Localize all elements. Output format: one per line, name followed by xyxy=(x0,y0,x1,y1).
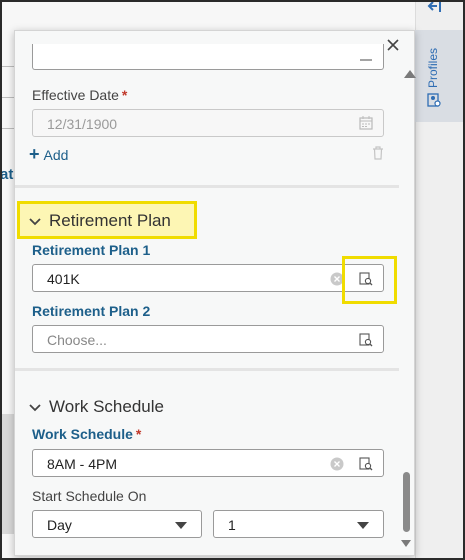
tab-profiles-label: Profiles xyxy=(426,48,440,89)
scroll-up-icon[interactable] xyxy=(404,70,416,78)
start-schedule-unit-value: Day xyxy=(47,517,72,533)
scroll-down-icon[interactable] xyxy=(401,540,411,547)
work-schedule-field[interactable]: 8AM - 4PM xyxy=(32,449,384,477)
retirement-plan-1-label: Retirement Plan 1 xyxy=(32,242,151,258)
scrollbar-thumb[interactable] xyxy=(403,472,410,532)
start-schedule-label: Start Schedule On xyxy=(32,488,147,504)
trash-icon[interactable] xyxy=(372,146,384,160)
lookup-button-highlight xyxy=(342,256,397,304)
effective-date-value: 12/31/1900 xyxy=(47,116,118,132)
retirement-plan-2-label: Retirement Plan 2 xyxy=(32,303,151,319)
section-divider xyxy=(15,368,399,371)
effective-date-field: 12/31/1900 xyxy=(32,109,384,137)
dropdown-arrow-icon xyxy=(175,522,187,529)
background-text-fragment: at xyxy=(0,166,14,183)
lookup-icon[interactable] xyxy=(359,52,373,62)
background-strip xyxy=(0,414,15,534)
retirement-plan-header[interactable]: Retirement Plan xyxy=(49,211,171,231)
background-divider xyxy=(0,66,15,67)
effective-date-label: Effective Date * xyxy=(32,87,128,103)
chevron-down-icon[interactable] xyxy=(29,404,41,412)
add-link-label: Add xyxy=(43,147,69,163)
collapse-left-icon[interactable] xyxy=(427,0,443,14)
retirement-plan-2-placeholder: Choose... xyxy=(47,332,107,348)
dropdown-arrow-icon xyxy=(357,522,369,529)
retirement-plan-1-value: 401K xyxy=(47,271,80,287)
profile-settings-icon xyxy=(427,93,441,107)
choose-field-partial[interactable] xyxy=(32,44,384,70)
lookup-icon[interactable] xyxy=(359,333,373,347)
work-schedule-label: Work Schedule * xyxy=(32,426,142,442)
work-schedule-value: 8AM - 4PM xyxy=(47,456,118,472)
retirement-plan-1-field[interactable]: 401K xyxy=(32,264,384,292)
add-link[interactable]: + Add xyxy=(29,144,68,165)
calendar-icon xyxy=(359,116,373,130)
start-schedule-number-value: 1 xyxy=(228,517,236,533)
plus-icon: + xyxy=(29,144,40,164)
start-schedule-unit-select[interactable]: Day xyxy=(32,510,202,538)
section-divider xyxy=(15,185,399,188)
background-divider xyxy=(0,128,15,129)
start-schedule-number-select[interactable]: 1 xyxy=(213,510,384,538)
background-divider xyxy=(0,97,15,98)
close-icon[interactable] xyxy=(384,36,402,54)
lookup-icon[interactable] xyxy=(359,457,373,471)
work-schedule-header[interactable]: Work Schedule xyxy=(49,397,164,417)
clear-icon[interactable] xyxy=(330,457,344,471)
retirement-plan-2-field[interactable]: Choose... xyxy=(32,325,384,353)
chevron-down-icon[interactable] xyxy=(29,218,41,226)
